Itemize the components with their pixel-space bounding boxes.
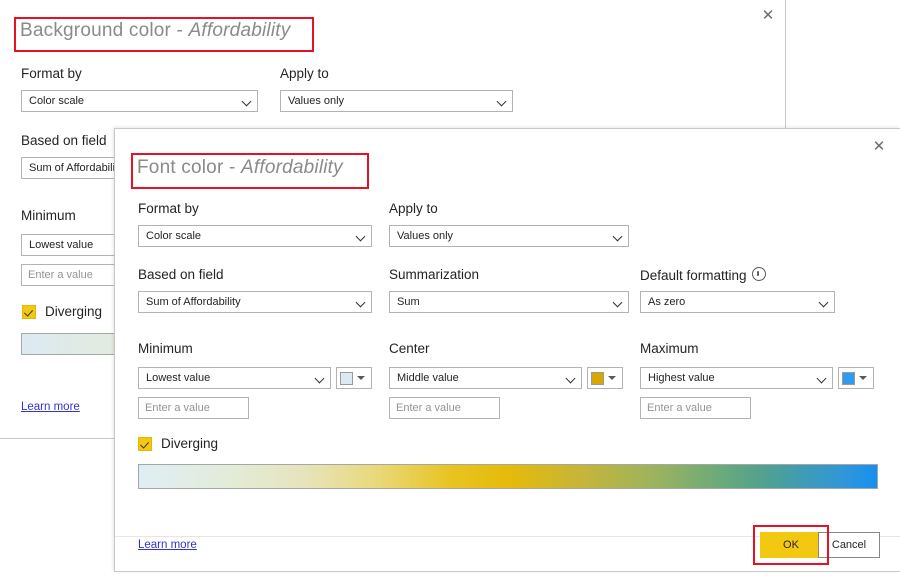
background-based-on-field-label: Based on field bbox=[21, 133, 107, 148]
font-maximum-label: Maximum bbox=[640, 341, 699, 356]
font-minimum-label: Minimum bbox=[138, 341, 193, 356]
font-color-dialog: ✕ Font color - Affordability Format by C… bbox=[114, 128, 900, 572]
font-center-color-picker[interactable] bbox=[587, 367, 623, 389]
font-minimum-input[interactable] bbox=[138, 397, 249, 419]
chevron-down-icon bbox=[608, 374, 617, 383]
font-format-by-value: Color scale bbox=[146, 230, 202, 242]
font-apply-to-label: Apply to bbox=[389, 201, 438, 216]
background-format-by-select[interactable]: Color scale bbox=[21, 90, 258, 112]
font-default-formatting-label: Default formatting bbox=[640, 267, 766, 283]
chevron-down-icon bbox=[315, 373, 326, 384]
chevron-down-icon bbox=[356, 297, 367, 308]
background-dialog-title-field: Affordability bbox=[188, 20, 291, 41]
font-learn-more-link[interactable]: Learn more bbox=[138, 539, 197, 551]
font-dialog-title: Font color - Affordability bbox=[137, 157, 343, 179]
font-summarization-label: Summarization bbox=[389, 267, 480, 282]
font-maximum-color-swatch bbox=[842, 371, 855, 385]
font-based-on-field-label: Based on field bbox=[138, 267, 224, 282]
chevron-down-icon bbox=[566, 373, 577, 384]
font-dialog-title-field: Affordability bbox=[240, 157, 343, 178]
background-apply-to-label: Apply to bbox=[280, 66, 329, 81]
background-dialog-title-sep: - bbox=[171, 20, 189, 41]
info-icon[interactable] bbox=[751, 267, 766, 281]
font-dialog-title-main: Font color bbox=[137, 157, 224, 178]
font-default-formatting-label-text: Default formatting bbox=[640, 268, 747, 283]
font-dialog-title-sep: - bbox=[223, 157, 241, 178]
background-format-by-label: Format by bbox=[21, 66, 82, 81]
background-format-by-value: Color scale bbox=[29, 95, 85, 107]
font-summarization-select[interactable]: Sum bbox=[389, 291, 629, 313]
font-maximum-input[interactable] bbox=[640, 397, 751, 419]
cancel-button[interactable]: Cancel bbox=[818, 532, 880, 558]
font-summarization-value: Sum bbox=[397, 296, 420, 308]
background-diverging-label: Diverging bbox=[45, 304, 103, 319]
chevron-down-icon bbox=[819, 297, 830, 308]
font-format-by-label: Format by bbox=[138, 201, 199, 216]
font-center-input[interactable] bbox=[389, 397, 500, 419]
font-based-on-field-select[interactable]: Sum of Affordability bbox=[138, 291, 372, 313]
chevron-down-icon bbox=[613, 297, 624, 308]
font-center-color-swatch bbox=[591, 371, 604, 385]
background-minimum-label: Minimum bbox=[21, 208, 76, 223]
background-apply-to-value: Values only bbox=[288, 95, 345, 107]
font-diverging-row[interactable]: Diverging bbox=[138, 436, 218, 451]
font-based-on-field-value: Sum of Affordability bbox=[146, 296, 241, 308]
font-maximum-color-picker[interactable] bbox=[838, 367, 874, 389]
font-center-value: Middle value bbox=[397, 372, 459, 384]
font-apply-to-select[interactable]: Values only bbox=[389, 225, 629, 247]
font-format-by-select[interactable]: Color scale bbox=[138, 225, 372, 247]
font-maximum-select[interactable]: Highest value bbox=[640, 367, 833, 389]
background-learn-more-link[interactable]: Learn more bbox=[21, 401, 80, 413]
font-minimum-color-swatch bbox=[340, 371, 353, 385]
font-apply-to-value: Values only bbox=[397, 230, 454, 242]
font-minimum-select[interactable]: Lowest value bbox=[138, 367, 331, 389]
background-dialog-title: Background color - Affordability bbox=[20, 20, 290, 42]
background-dialog-title-main: Background color bbox=[20, 20, 172, 41]
font-default-formatting-value: As zero bbox=[648, 296, 686, 308]
font-maximum-value: Highest value bbox=[648, 372, 715, 384]
close-icon[interactable]: ✕ bbox=[864, 133, 894, 159]
chevron-down-icon bbox=[613, 231, 624, 242]
chevron-down-icon bbox=[242, 96, 253, 107]
font-diverging-checkbox[interactable] bbox=[138, 436, 152, 451]
font-center-label: Center bbox=[389, 341, 430, 356]
close-icon[interactable]: ✕ bbox=[753, 2, 783, 28]
screen-canvas: ✕ Background color - Affordability Forma… bbox=[0, 0, 900, 579]
font-minimum-color-picker[interactable] bbox=[336, 367, 372, 389]
font-diverging-label: Diverging bbox=[161, 436, 219, 451]
chevron-down-icon bbox=[817, 373, 828, 384]
font-center-select[interactable]: Middle value bbox=[389, 367, 582, 389]
ok-button[interactable]: OK bbox=[760, 532, 822, 558]
background-diverging-checkbox[interactable] bbox=[22, 304, 36, 319]
font-gradient-preview bbox=[138, 464, 878, 489]
font-default-formatting-select[interactable]: As zero bbox=[640, 291, 835, 313]
background-diverging-row[interactable]: Diverging bbox=[22, 304, 102, 319]
chevron-down-icon bbox=[356, 231, 367, 242]
font-minimum-value: Lowest value bbox=[146, 372, 211, 384]
chevron-down-icon bbox=[497, 96, 508, 107]
background-apply-to-select[interactable]: Values only bbox=[280, 90, 513, 112]
chevron-down-icon bbox=[859, 374, 868, 383]
chevron-down-icon bbox=[357, 374, 366, 383]
